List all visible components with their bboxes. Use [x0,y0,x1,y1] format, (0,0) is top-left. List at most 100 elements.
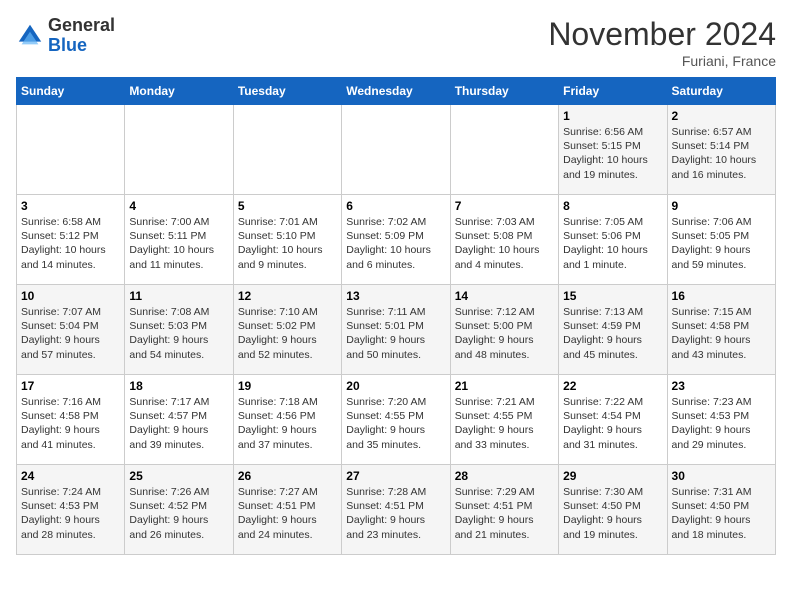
day-info: Sunrise: 7:15 AM Sunset: 4:58 PM Dayligh… [672,305,771,362]
day-number: 9 [672,199,771,213]
calendar: SundayMondayTuesdayWednesdayThursdayFrid… [16,77,776,555]
day-number: 11 [129,289,228,303]
day-number: 1 [563,109,662,123]
weekday-header: Wednesday [342,78,450,105]
calendar-header: SundayMondayTuesdayWednesdayThursdayFrid… [17,78,776,105]
day-number: 20 [346,379,445,393]
day-info: Sunrise: 7:12 AM Sunset: 5:00 PM Dayligh… [455,305,554,362]
weekday-header: Monday [125,78,233,105]
day-number: 29 [563,469,662,483]
calendar-cell: 23 Sunrise: 7:23 AM Sunset: 4:53 PM Dayli… [667,375,775,465]
day-number: 28 [455,469,554,483]
day-number: 10 [21,289,120,303]
day-info: Sunrise: 7:07 AM Sunset: 5:04 PM Dayligh… [21,305,120,362]
day-number: 3 [21,199,120,213]
calendar-cell: 14 Sunrise: 7:12 AM Sunset: 5:00 PM Dayli… [450,285,558,375]
calendar-cell: 5 Sunrise: 7:01 AM Sunset: 5:10 PM Daylig… [233,195,341,285]
day-info: Sunrise: 7:20 AM Sunset: 4:55 PM Dayligh… [346,395,445,452]
day-info: Sunrise: 6:58 AM Sunset: 5:12 PM Dayligh… [21,215,120,272]
day-number: 26 [238,469,337,483]
day-info: Sunrise: 7:11 AM Sunset: 5:01 PM Dayligh… [346,305,445,362]
day-number: 17 [21,379,120,393]
day-number: 7 [455,199,554,213]
day-info: Sunrise: 7:28 AM Sunset: 4:51 PM Dayligh… [346,485,445,542]
month-title: November 2024 [548,16,776,53]
day-number: 16 [672,289,771,303]
day-number: 18 [129,379,228,393]
calendar-cell: 7 Sunrise: 7:03 AM Sunset: 5:08 PM Daylig… [450,195,558,285]
day-number: 6 [346,199,445,213]
page-header: General Blue November 2024 Furiani, Fran… [16,16,776,69]
day-info: Sunrise: 6:57 AM Sunset: 5:14 PM Dayligh… [672,125,771,182]
day-info: Sunrise: 7:17 AM Sunset: 4:57 PM Dayligh… [129,395,228,452]
day-info: Sunrise: 7:16 AM Sunset: 4:58 PM Dayligh… [21,395,120,452]
day-number: 25 [129,469,228,483]
calendar-cell [233,105,341,195]
day-info: Sunrise: 7:31 AM Sunset: 4:50 PM Dayligh… [672,485,771,542]
calendar-cell: 1 Sunrise: 6:56 AM Sunset: 5:15 PM Daylig… [559,105,667,195]
day-info: Sunrise: 7:06 AM Sunset: 5:05 PM Dayligh… [672,215,771,272]
calendar-cell: 30 Sunrise: 7:31 AM Sunset: 4:50 PM Dayli… [667,465,775,555]
day-number: 5 [238,199,337,213]
day-number: 21 [455,379,554,393]
day-info: Sunrise: 7:00 AM Sunset: 5:11 PM Dayligh… [129,215,228,272]
location: Furiani, France [548,53,776,69]
calendar-cell [342,105,450,195]
weekday-header: Tuesday [233,78,341,105]
day-info: Sunrise: 7:01 AM Sunset: 5:10 PM Dayligh… [238,215,337,272]
logo-icon [16,22,44,50]
day-number: 2 [672,109,771,123]
day-number: 30 [672,469,771,483]
logo-text: General Blue [48,16,115,56]
day-number: 19 [238,379,337,393]
calendar-cell: 13 Sunrise: 7:11 AM Sunset: 5:01 PM Dayli… [342,285,450,375]
day-info: Sunrise: 7:30 AM Sunset: 4:50 PM Dayligh… [563,485,662,542]
day-info: Sunrise: 7:05 AM Sunset: 5:06 PM Dayligh… [563,215,662,272]
day-number: 12 [238,289,337,303]
day-info: Sunrise: 7:10 AM Sunset: 5:02 PM Dayligh… [238,305,337,362]
calendar-cell [125,105,233,195]
calendar-cell: 2 Sunrise: 6:57 AM Sunset: 5:14 PM Daylig… [667,105,775,195]
title-block: November 2024 Furiani, France [548,16,776,69]
weekday-header: Sunday [17,78,125,105]
day-number: 24 [21,469,120,483]
calendar-cell: 24 Sunrise: 7:24 AM Sunset: 4:53 PM Dayli… [17,465,125,555]
calendar-cell: 8 Sunrise: 7:05 AM Sunset: 5:06 PM Daylig… [559,195,667,285]
calendar-cell: 28Sunrise: 7:29 AM Sunset: 4:51 PM Dayli… [450,465,558,555]
calendar-cell: 21 Sunrise: 7:21 AM Sunset: 4:55 PM Dayli… [450,375,558,465]
day-info: Sunrise: 7:27 AM Sunset: 4:51 PM Dayligh… [238,485,337,542]
calendar-cell: 4 Sunrise: 7:00 AM Sunset: 5:11 PM Daylig… [125,195,233,285]
day-number: 8 [563,199,662,213]
day-number: 22 [563,379,662,393]
calendar-cell: 26 Sunrise: 7:27 AM Sunset: 4:51 PM Dayli… [233,465,341,555]
day-info: Sunrise: 7:26 AM Sunset: 4:52 PM Dayligh… [129,485,228,542]
calendar-cell: 22Sunrise: 7:22 AM Sunset: 4:54 PM Dayli… [559,375,667,465]
day-info: Sunrise: 6:56 AM Sunset: 5:15 PM Dayligh… [563,125,662,182]
weekday-header: Thursday [450,78,558,105]
calendar-cell: 19 Sunrise: 7:18 AM Sunset: 4:56 PM Dayli… [233,375,341,465]
day-info: Sunrise: 7:13 AM Sunset: 4:59 PM Dayligh… [563,305,662,362]
day-info: Sunrise: 7:18 AM Sunset: 4:56 PM Dayligh… [238,395,337,452]
calendar-cell: 27Sunrise: 7:28 AM Sunset: 4:51 PM Dayli… [342,465,450,555]
day-number: 23 [672,379,771,393]
calendar-cell: 20 Sunrise: 7:20 AM Sunset: 4:55 PM Dayli… [342,375,450,465]
weekday-header: Friday [559,78,667,105]
calendar-cell [450,105,558,195]
logo: General Blue [16,16,115,56]
day-info: Sunrise: 7:21 AM Sunset: 4:55 PM Dayligh… [455,395,554,452]
day-number: 15 [563,289,662,303]
day-info: Sunrise: 7:02 AM Sunset: 5:09 PM Dayligh… [346,215,445,272]
calendar-cell: 16 Sunrise: 7:15 AM Sunset: 4:58 PM Dayli… [667,285,775,375]
calendar-cell [17,105,125,195]
calendar-cell: 11Sunrise: 7:08 AM Sunset: 5:03 PM Dayli… [125,285,233,375]
calendar-cell: 9 Sunrise: 7:06 AM Sunset: 5:05 PM Daylig… [667,195,775,285]
calendar-cell: 17 Sunrise: 7:16 AM Sunset: 4:58 PM Dayli… [17,375,125,465]
calendar-cell: 18 Sunrise: 7:17 AM Sunset: 4:57 PM Dayli… [125,375,233,465]
day-number: 14 [455,289,554,303]
day-number: 13 [346,289,445,303]
calendar-cell: 12 Sunrise: 7:10 AM Sunset: 5:02 PM Dayli… [233,285,341,375]
day-number: 4 [129,199,228,213]
day-info: Sunrise: 7:24 AM Sunset: 4:53 PM Dayligh… [21,485,120,542]
day-info: Sunrise: 7:03 AM Sunset: 5:08 PM Dayligh… [455,215,554,272]
day-info: Sunrise: 7:23 AM Sunset: 4:53 PM Dayligh… [672,395,771,452]
